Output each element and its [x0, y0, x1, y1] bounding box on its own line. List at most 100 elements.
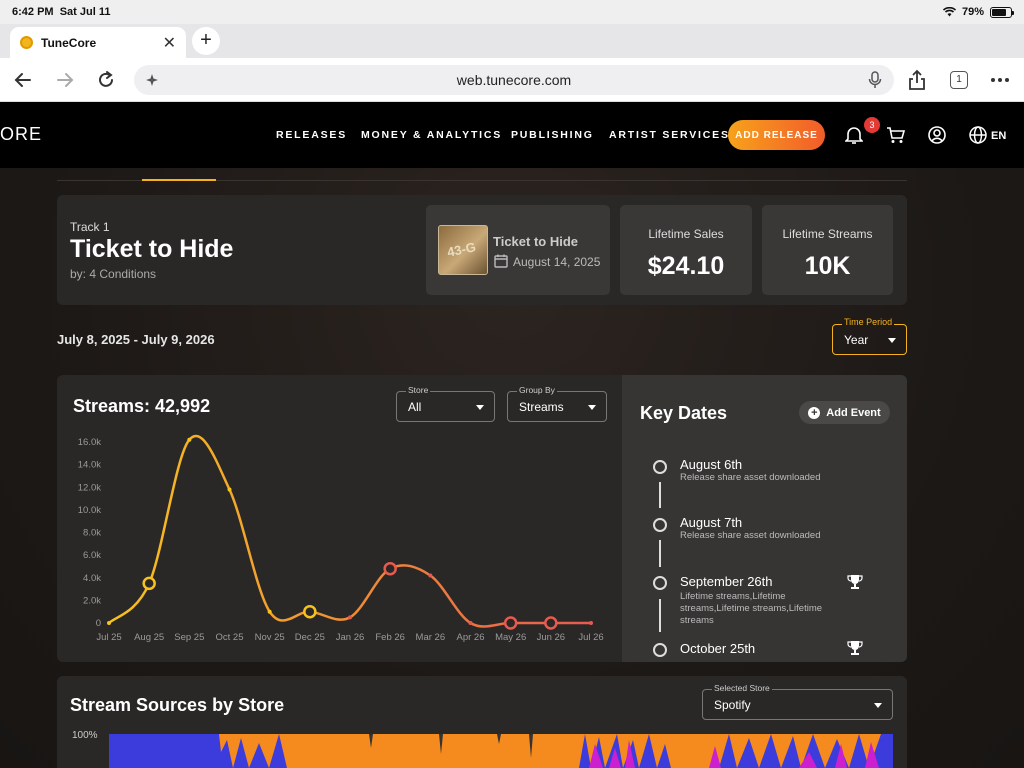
status-right: 79%	[942, 6, 1014, 18]
data-point	[267, 609, 272, 614]
streams-line-chart: 0 2.0k 4.0k 6.0k 8.0k 10.0k 12.0k 14.0k 16.0k Jul…	[78, 434, 604, 643]
add-event-button[interactable]: + Add Event	[799, 401, 890, 424]
track-title: Ticket to Hide	[70, 235, 234, 263]
x-tick-label: Aug 25	[134, 632, 164, 643]
nav-publishing[interactable]: PUBLISHING	[511, 129, 594, 141]
data-point	[468, 621, 473, 625]
time-period-select[interactable]: Time Period Year	[832, 317, 907, 355]
event-description: Lifetime streams,Lifetime streams,Lifeti…	[680, 591, 823, 626]
timeline-dot	[653, 518, 667, 532]
status-time: 6:42 PM Sat Jul 11	[12, 6, 111, 18]
release-title: Ticket to Hide	[493, 234, 579, 249]
date-range: July 8, 2025 - July 9, 2026	[57, 332, 215, 347]
data-point	[589, 621, 593, 625]
event-date: August 7th	[680, 515, 743, 530]
plus-icon: +	[808, 406, 821, 419]
x-tick-label: Sep 25	[174, 632, 204, 643]
status-bar: 6:42 PM Sat Jul 11 79%	[0, 0, 1024, 24]
key-dates-title: Key Dates	[640, 403, 728, 423]
battery-icon	[990, 6, 1014, 18]
timeline-connector	[659, 540, 661, 567]
reload-icon[interactable]	[94, 68, 118, 92]
share-icon[interactable]	[905, 68, 929, 92]
trophy-icon[interactable]	[847, 574, 863, 590]
nav-releases[interactable]: RELEASES	[276, 129, 347, 141]
y-tick-label: 0	[96, 618, 101, 629]
more-options-icon[interactable]	[988, 68, 1012, 92]
timeline-connector	[659, 599, 661, 632]
tunecore-logo[interactable]: ORE	[0, 124, 42, 145]
x-tick-label: Jun 26	[537, 632, 566, 643]
stacked-area-chart	[109, 734, 893, 768]
selected-store-value: Spotify	[714, 698, 751, 712]
x-tick-label: Dec 25	[295, 632, 325, 643]
bell-icon[interactable]	[843, 124, 865, 146]
event-date: August 6th	[680, 457, 743, 472]
y-axis-100-percent-label: 100%	[72, 730, 98, 741]
y-tick-label: 12.0k	[78, 482, 101, 493]
trophy-icon[interactable]	[847, 640, 863, 656]
event-description: Release share asset downloaded	[680, 472, 821, 483]
streams-series-line	[108, 434, 591, 628]
x-tick-label: Nov 25	[255, 632, 285, 643]
x-tick-label: May 26	[495, 632, 526, 643]
highlighted-data-point[interactable]	[383, 561, 397, 576]
y-tick-label: 2.0k	[83, 595, 101, 606]
x-tick-label: Apr 26	[457, 632, 485, 643]
account-icon[interactable]	[926, 124, 948, 146]
x-tick-label: Jul 25	[96, 632, 121, 643]
selected-store-select[interactable]: Selected Store Spotify	[702, 683, 893, 720]
data-point	[348, 615, 352, 620]
lifetime-sales-box: Lifetime Sales $24.10	[620, 205, 752, 295]
language-selector[interactable]: EN	[991, 130, 1006, 142]
y-tick-label: 16.0k	[78, 437, 101, 448]
close-tab-icon[interactable]: ✕	[163, 33, 176, 53]
highlighted-data-point[interactable]	[142, 576, 156, 591]
x-tick-label: Jan 26	[336, 632, 365, 643]
status-date: Sat Jul 11	[59, 6, 111, 18]
battery-percent: 79%	[961, 6, 984, 18]
url-text[interactable]: web.tunecore.com	[134, 72, 894, 88]
tabs-overview-button[interactable]: 1	[947, 68, 971, 92]
x-tick-label: Jul 26	[578, 632, 603, 643]
release-info-box[interactable]: 43-G Ticket to Hide August 14, 2025	[426, 205, 610, 295]
time-period-value: Year	[844, 333, 869, 347]
forward-arrow-icon[interactable]	[53, 68, 77, 92]
add-release-button[interactable]: ADD RELEASE	[728, 120, 825, 150]
active-tab-indicator	[142, 179, 216, 181]
url-bar[interactable]: web.tunecore.com	[134, 65, 894, 95]
calendar-icon	[494, 254, 508, 268]
event-description: Release share asset downloaded	[680, 530, 821, 541]
y-tick-label: 8.0k	[83, 528, 101, 539]
timeline-dot	[653, 643, 667, 657]
lifetime-streams-box: Lifetime Streams 10K	[762, 205, 893, 295]
new-tab-button[interactable]: +	[192, 27, 220, 55]
nav-money-analytics[interactable]: MONEY & ANALYTICS	[361, 129, 502, 141]
microphone-icon[interactable]	[868, 71, 882, 89]
nav-artist-services[interactable]: ARTIST SERVICES	[609, 129, 730, 141]
y-tick-label: 14.0k	[78, 460, 101, 471]
data-point	[107, 621, 111, 625]
globe-icon[interactable]	[967, 124, 989, 146]
browser-tab[interactable]: TuneCore ✕	[10, 27, 186, 58]
highlighted-data-point[interactable]	[544, 616, 558, 630]
release-date: August 14, 2025	[513, 255, 601, 269]
browser-toolbar: web.tunecore.com 1	[0, 58, 1024, 102]
data-point	[187, 437, 192, 442]
stream-sources-card: Stream Sources by Store Selected Store S…	[57, 676, 907, 768]
main-content: Track 1 Ticket to Hide by: 4 Conditions …	[0, 168, 1024, 768]
section-tabs-underline	[57, 179, 907, 181]
y-tick-label: 6.0k	[83, 550, 101, 561]
streams-chart-card: Streams: 42,992 Store All Group By Strea…	[57, 375, 907, 662]
highlighted-data-point[interactable]	[503, 616, 518, 630]
selected-store-label: Selected Store	[712, 683, 772, 693]
chevron-down-icon	[888, 338, 896, 343]
cart-icon[interactable]	[885, 124, 907, 146]
lifetime-streams-value: 10K	[804, 252, 851, 280]
y-tick-label: 10.0k	[78, 505, 101, 516]
y-tick-label: 4.0k	[83, 573, 101, 584]
stream-sources-title: Stream Sources by Store	[70, 695, 285, 715]
highlighted-data-point[interactable]	[303, 604, 317, 619]
lifetime-sales-label: Lifetime Sales	[648, 227, 724, 241]
back-arrow-icon[interactable]	[11, 68, 35, 92]
